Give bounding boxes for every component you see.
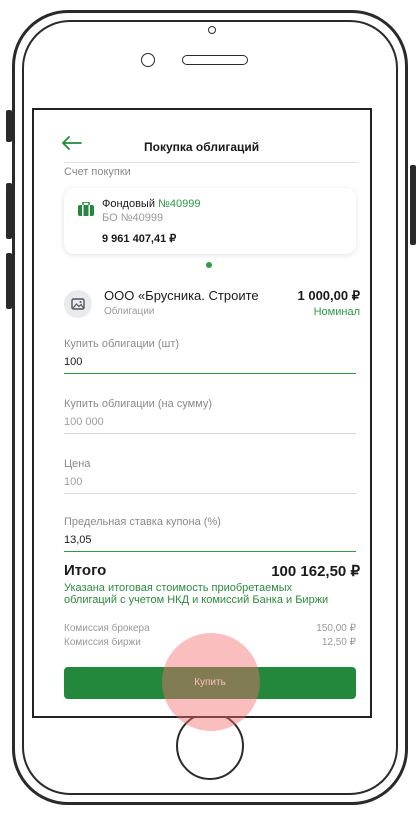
bond-type: Облигации: [104, 306, 155, 317]
mute-switch: [6, 110, 12, 142]
coupon-field[interactable]: Предельная ставка купона (%) 13,05: [64, 516, 356, 552]
bond-price-label: Номинал: [313, 306, 360, 318]
account-subtitle: БО №40999: [102, 212, 164, 224]
bond-price: 1 000,00 ₽: [297, 288, 361, 303]
coupon-underline: [64, 551, 356, 552]
quantity-field[interactable]: Купить облигации (шт) 100: [64, 338, 356, 374]
total-value: 100 162,50 ₽: [271, 563, 360, 580]
wallet-icon: [78, 201, 94, 216]
volume-down-button: [6, 253, 12, 309]
account-card[interactable]: Фондовый №40999 БО №40999 9 961 407,41 ₽: [64, 188, 356, 254]
volume-up-button: [6, 183, 12, 239]
coupon-label: Предельная ставка купона (%): [64, 516, 221, 528]
coupon-input[interactable]: 13,05: [64, 534, 356, 551]
price-label: Цена: [64, 458, 91, 470]
price-underline: [64, 493, 356, 494]
home-button[interactable]: [176, 712, 244, 780]
amount-input[interactable]: 100 000: [64, 416, 356, 433]
account-name: Фондовый №40999: [102, 198, 200, 210]
amount-label: Купить облигации (на сумму): [64, 398, 213, 410]
broker-fee-label: Комиссия брокера: [64, 623, 150, 634]
app-screen: Покупка облигаций Счет покупки Фондовый …: [32, 108, 372, 718]
page-title: Покупка облигаций: [144, 140, 260, 154]
carousel-indicator: [206, 262, 212, 268]
bond-name: ООО «Брусника. Строите: [104, 288, 259, 303]
amount-field[interactable]: Купить облигации (на сумму) 100 000: [64, 398, 356, 434]
amount-underline: [64, 433, 356, 434]
quantity-underline: [64, 373, 356, 374]
quantity-label: Купить облигации (шт): [64, 338, 180, 350]
buy-button[interactable]: Купить: [64, 667, 356, 699]
image-icon: [64, 290, 92, 318]
account-section-label: Счет покупки: [64, 166, 131, 178]
proximity-sensor: [141, 53, 155, 67]
broker-fee-value: 150,00 ₽: [316, 623, 356, 634]
power-button: [410, 165, 416, 245]
arrow-left-icon[interactable]: [62, 136, 82, 152]
price-input[interactable]: 100: [64, 476, 356, 493]
account-number: №40999: [158, 198, 201, 210]
front-camera: [208, 26, 216, 34]
total-label: Итого: [64, 562, 107, 579]
quantity-input[interactable]: 100: [64, 356, 356, 373]
exchange-fee-value: 12,50 ₽: [321, 637, 356, 648]
total-note: Указана итоговая стоимость приобретаемых…: [64, 582, 329, 606]
earpiece-speaker: [182, 55, 248, 65]
exchange-fee-label: Комиссия биржи: [64, 637, 141, 648]
bond-row[interactable]: ООО «Брусника. Строите Облигации 1 000,0…: [64, 288, 360, 324]
header: Покупка облигаций: [34, 132, 370, 162]
broker-fee-row: Комиссия брокера 150,00 ₽: [64, 623, 356, 634]
account-balance: 9 961 407,41 ₽: [102, 233, 177, 245]
exchange-fee-row: Комиссия биржи 12,50 ₽: [64, 637, 356, 648]
header-divider: [64, 162, 358, 163]
price-field[interactable]: Цена 100: [64, 458, 356, 494]
account-name-text: Фондовый: [102, 198, 155, 210]
